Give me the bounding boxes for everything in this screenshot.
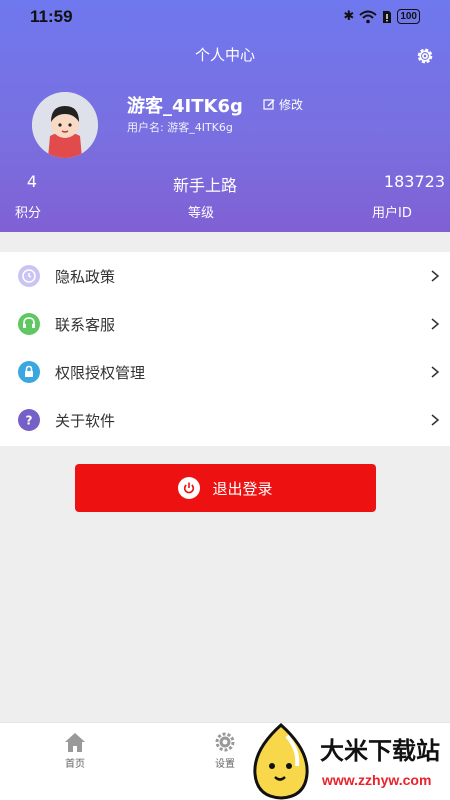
privacy-icon [18,265,40,287]
status-bar: 11:59 ✱ 100 [0,0,450,36]
edit-icon [263,99,275,110]
logout-button[interactable]: 退出登录 [75,464,376,512]
customer-service-icon [18,313,40,335]
avatar[interactable] [32,92,98,158]
bluetooth-icon: ✱ [343,9,355,24]
menu-label: 联系客服 [55,315,116,334]
edit-profile-link[interactable]: 修改 [263,96,303,113]
user-id-value: 183723 [383,172,445,191]
tab-label: 设置 [215,759,235,770]
chevron-right-icon [431,366,440,378]
svg-text:?: ? [26,414,33,428]
tab-home[interactable]: 首页 [45,731,105,770]
menu-item-privacy-policy[interactable]: 隐私政策 [0,252,450,300]
level-label: 等级 [188,206,215,221]
menu-item-permission-management[interactable]: 权限授权管理 [0,348,450,396]
level-value: 新手上路 [172,176,237,195]
tab-label: 首页 [65,759,85,770]
chevron-right-icon [431,414,440,426]
user-name: 游客_4ITK6g [127,96,243,117]
settings-menu: 隐私政策 联系客服 权限授权管理 ? 关于软件 [0,252,450,446]
page-title: 个人中心 [194,46,255,64]
points-value: 4 [26,172,38,191]
menu-label: 权限授权管理 [55,363,146,382]
settings-gear-icon[interactable] [414,45,436,67]
status-time: 11:59 [30,7,73,26]
logout-label: 退出登录 [212,479,273,498]
watermark: 大米下载站 www.zzhyw.com [245,720,450,800]
edit-label: 修改 [279,98,304,112]
points-label: 积分 [15,206,42,221]
home-icon [65,733,85,752]
watermark-url: www.zzhyw.com [322,772,432,788]
username-line: 用户名: 游客_4ITK6g [127,121,233,134]
chevron-right-icon [431,270,440,282]
user-id-label: 用户ID [372,206,412,221]
avatar-cartoon-icon [32,92,98,158]
sim-alert-icon [383,10,392,23]
question-icon: ? [18,409,40,431]
power-icon [178,477,201,499]
lock-icon [18,361,40,383]
battery-indicator: 100 [397,9,420,24]
menu-label: 关于软件 [55,411,116,430]
profile-header: 11:59 ✱ 100 个人中心 游客_4ITK6g 修改 用户名: 游客_4I… [0,0,450,232]
wifi-icon [359,10,377,23]
egg-mascot-icon [253,722,309,800]
status-icons: ✱ 100 [343,9,420,24]
menu-item-customer-service[interactable]: 联系客服 [0,300,450,348]
gear-icon [215,732,235,752]
menu-item-about-software[interactable]: ? 关于软件 [0,396,450,444]
watermark-title: 大米下载站 [320,737,440,765]
menu-label: 隐私政策 [55,267,116,286]
chevron-right-icon [431,318,440,330]
